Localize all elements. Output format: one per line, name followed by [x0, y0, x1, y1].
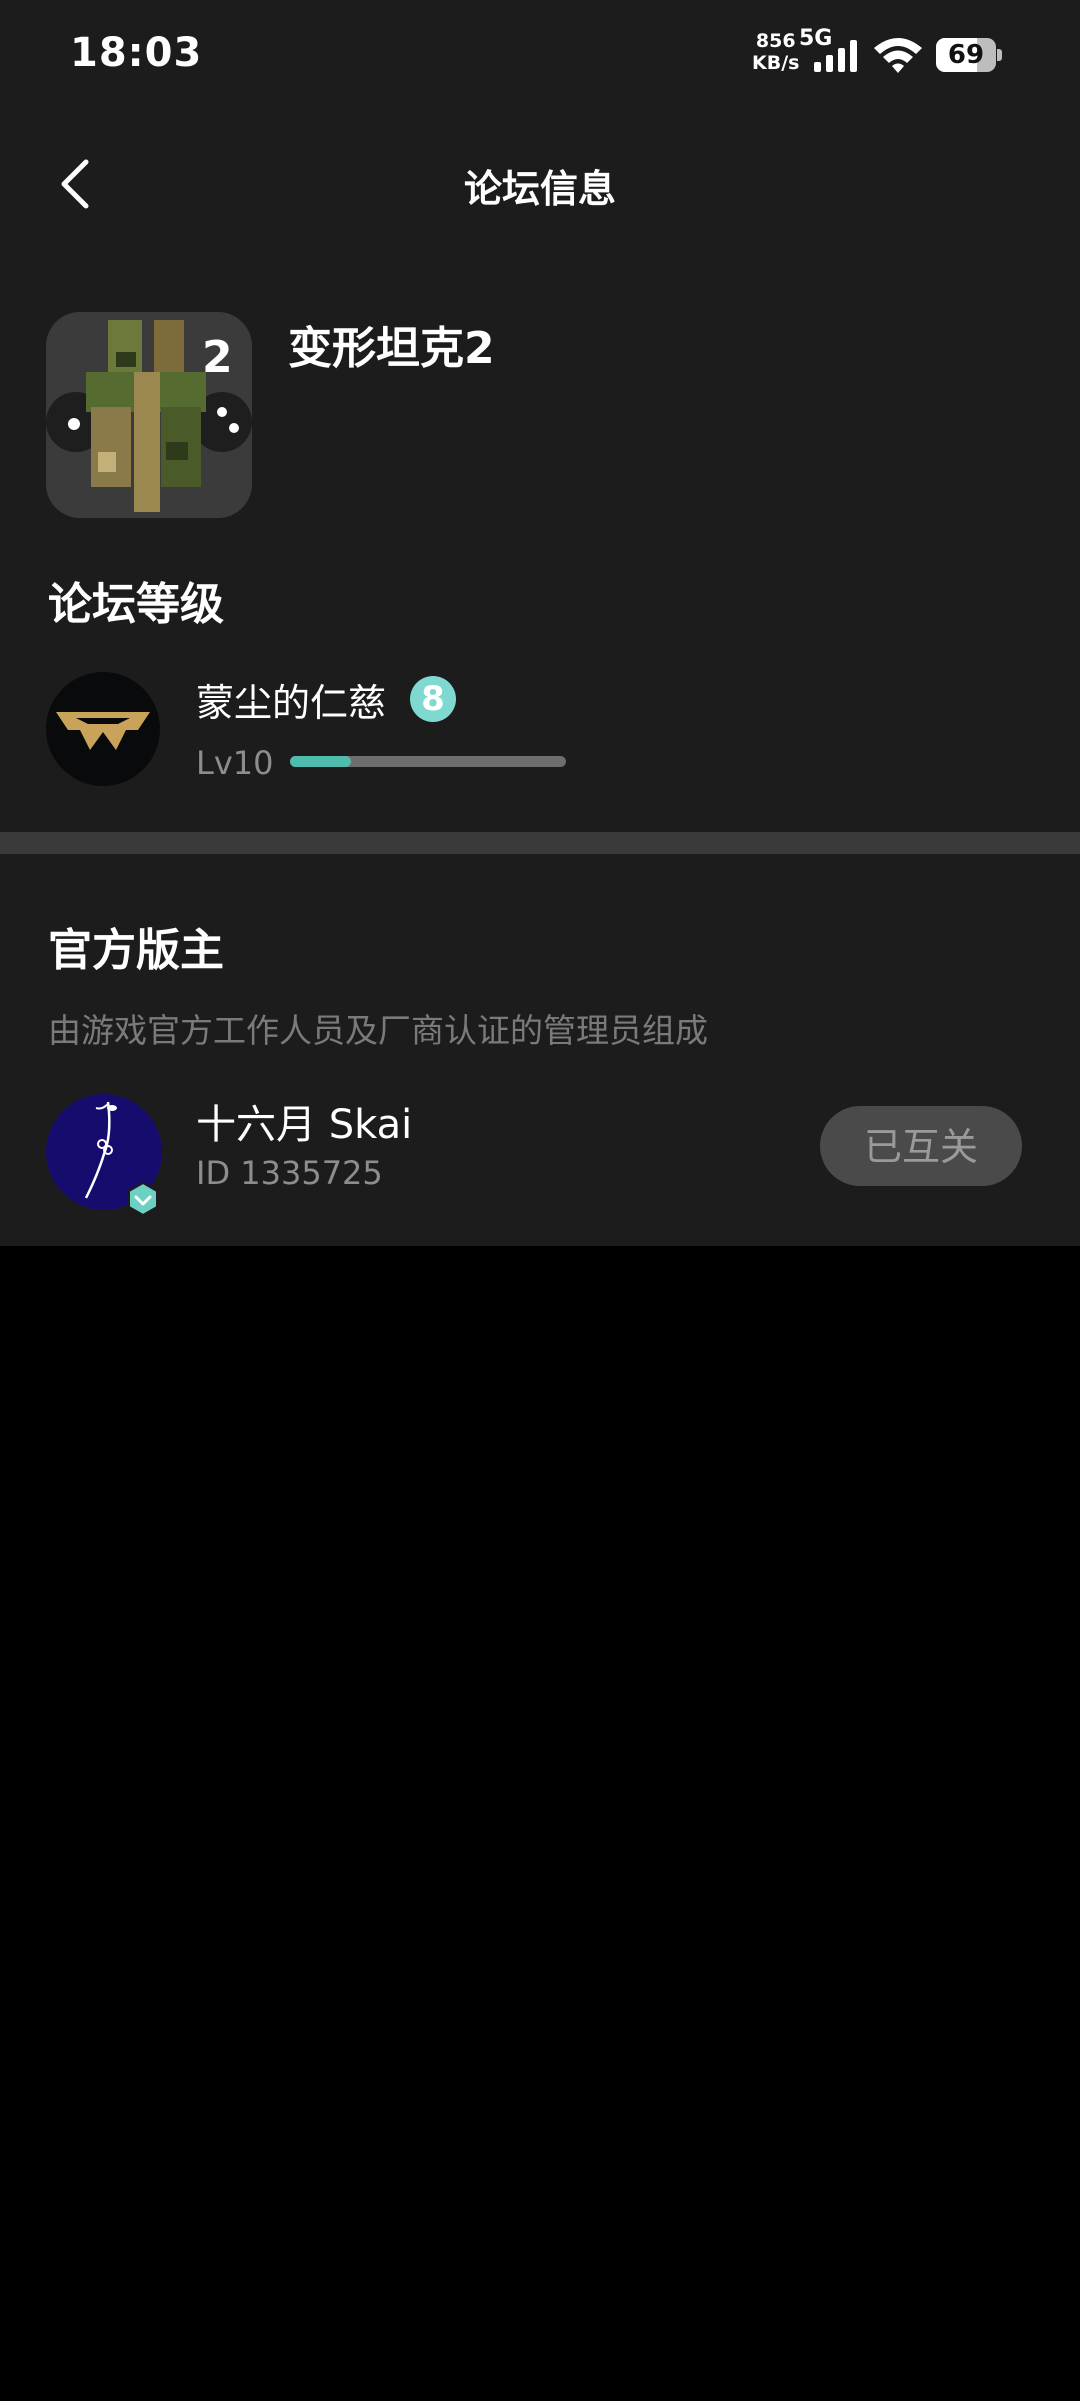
network-speed-unit: KB/s	[752, 52, 800, 74]
svg-text:2: 2	[202, 332, 233, 383]
level-badge: 8	[410, 676, 456, 722]
battery-icon: 69	[936, 38, 1002, 72]
top-panel: 18:03 856 KB/s 5G 69 论坛信息 2 变形坦克2 论坛等级 蒙…	[0, 0, 1080, 832]
moderators-description: 由游戏官方工作人员及厂商认证的管理员组成	[48, 1011, 708, 1050]
verified-icon	[128, 1182, 158, 1216]
game-name: 变形坦克2	[288, 323, 495, 374]
moderators-panel: 官方版主 由游戏官方工作人员及厂商认证的管理员组成 十六月 Skai ID 13…	[0, 854, 1080, 1246]
network-speed: 856 KB/s	[752, 30, 799, 74]
section-divider	[0, 832, 1080, 854]
network-speed-value: 856	[755, 30, 796, 52]
forum-level-title: 论坛等级	[48, 579, 224, 630]
status-time: 18:03	[70, 30, 203, 76]
moderator-id: ID 1335725	[196, 1154, 383, 1192]
avatar[interactable]	[46, 672, 160, 786]
battery-level: 69	[947, 40, 985, 70]
level-label: Lv10	[196, 744, 274, 782]
user-name: 蒙尘的仁慈	[196, 681, 387, 725]
wifi-icon	[874, 38, 922, 73]
game-icon: 2	[46, 312, 252, 518]
page-title: 论坛信息	[463, 167, 616, 211]
moderator-name: 十六月 Skai	[196, 1102, 413, 1148]
mutual-follow-button[interactable]: 已互关	[820, 1106, 1022, 1186]
moderators-title: 官方版主	[48, 925, 224, 976]
level-progress-fill	[290, 756, 351, 767]
nav-bar: 论坛信息	[0, 140, 1080, 230]
level-progress-bar	[290, 756, 566, 767]
signal-icon	[814, 40, 860, 72]
status-bar: 18:03 856 KB/s 5G 69	[0, 0, 1080, 110]
